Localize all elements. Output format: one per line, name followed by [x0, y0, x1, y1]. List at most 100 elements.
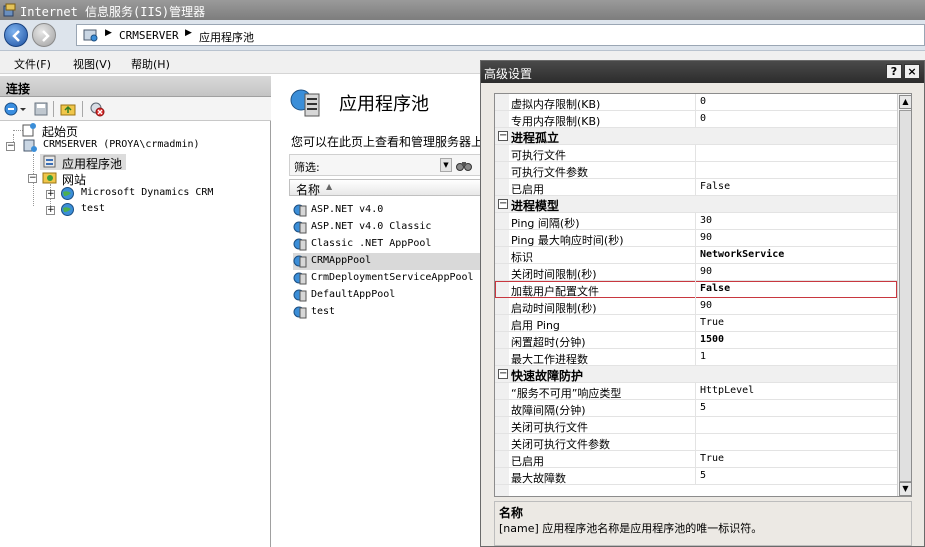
property-category[interactable]: − 进程模型 — [495, 196, 897, 213]
property-row[interactable]: 已启用 True — [495, 451, 897, 468]
property-row[interactable]: 故障间隔(分钟) 5 — [495, 400, 897, 417]
property-row[interactable]: 加载用户配置文件 False — [495, 281, 897, 298]
property-value[interactable]: False — [700, 181, 730, 192]
tree-item-server[interactable]: − CRMSERVER (PROYA\crmadmin) — [6, 138, 246, 154]
property-row[interactable]: 最大工作进程数 1 — [495, 349, 897, 366]
property-value[interactable]: 0 — [700, 96, 706, 107]
menu-view[interactable]: 视图(V) — [73, 56, 111, 72]
property-name: 启用 Ping — [511, 319, 560, 332]
pool-name: ASP.NET v4.0 Classic — [311, 221, 432, 232]
tree-label: CRMSERVER (PROYA\crmadmin) — [43, 139, 200, 150]
property-row[interactable]: Ping 最大响应时间(秒) 90 — [495, 230, 897, 247]
pool-list-item[interactable]: ASP.NET v4.0 — [293, 202, 481, 219]
property-value[interactable]: 90 — [700, 300, 712, 311]
forward-button[interactable] — [32, 23, 56, 47]
property-value[interactable]: 1 — [700, 351, 706, 362]
vertical-scrollbar[interactable]: ▲ ▼ — [897, 94, 911, 496]
property-row[interactable]: 关闭时间限制(秒) 90 — [495, 264, 897, 281]
property-value[interactable]: False — [700, 283, 730, 294]
iis-app-icon — [3, 3, 16, 17]
expand-icon[interactable]: + — [46, 190, 55, 199]
column-divider — [695, 162, 696, 179]
pool-list-item[interactable]: CrmDeploymentServiceAppPool — [293, 270, 481, 287]
expand-icon[interactable]: + — [46, 206, 55, 215]
scroll-thumb[interactable] — [899, 110, 911, 482]
address-bar: ▶ CRMSERVER ▶ 应用程序池 — [0, 20, 925, 51]
connections-header: 连接 — [0, 76, 271, 97]
tree-item-site-test[interactable]: + test — [46, 202, 166, 218]
property-row[interactable]: 专用内存限制(KB) 0 — [495, 111, 897, 128]
property-value[interactable]: NetworkService — [700, 249, 784, 260]
property-value[interactable]: 0 — [700, 113, 706, 124]
property-row[interactable]: 虚拟内存限制(KB) 0 — [495, 94, 897, 111]
property-value[interactable]: True — [700, 317, 724, 328]
property-row[interactable]: 可执行文件参数 — [495, 162, 897, 179]
property-value[interactable]: 90 — [700, 266, 712, 277]
property-category[interactable]: − 快速故障防护 — [495, 366, 897, 383]
app-pool-icon — [293, 272, 307, 285]
chevron-down-icon[interactable] — [19, 101, 27, 117]
property-value[interactable]: 1500 — [700, 334, 724, 345]
category-label: 进程模型 — [511, 199, 560, 213]
property-value[interactable]: True — [700, 453, 724, 464]
tree-item-start-page[interactable]: 起始页 — [22, 122, 142, 139]
property-value[interactable]: 5 — [700, 470, 706, 481]
connections-toolbar — [0, 97, 271, 121]
property-row[interactable]: 关闭可执行文件参数 — [495, 434, 897, 451]
property-row[interactable]: “服务不可用”响应类型 HttpLevel — [495, 383, 897, 400]
connect-icon[interactable] — [3, 101, 19, 117]
chevron-down-icon[interactable]: ▼ — [440, 158, 452, 172]
column-header-name[interactable]: 名称 ▲ — [289, 179, 481, 197]
property-name: 虚拟内存限制(KB) — [511, 98, 601, 111]
tree-item-sites[interactable]: − 网站 — [28, 170, 148, 187]
save-icon[interactable] — [33, 101, 49, 117]
property-value[interactable]: 5 — [700, 402, 706, 413]
tree-item-app-pools[interactable]: 应用程序池 — [40, 154, 126, 171]
property-row[interactable]: 可执行文件 — [495, 145, 897, 162]
binoculars-icon[interactable] — [456, 158, 472, 172]
breadcrumb-app-pools[interactable]: 应用程序池 — [199, 29, 254, 45]
property-row[interactable]: 关闭可执行文件 — [495, 417, 897, 434]
property-row[interactable]: 启用 Ping True — [495, 315, 897, 332]
collapse-icon[interactable]: − — [6, 142, 15, 151]
property-value[interactable]: 30 — [700, 215, 712, 226]
column-divider — [695, 213, 696, 230]
property-row[interactable]: Ping 间隔(秒) 30 — [495, 213, 897, 230]
up-folder-icon[interactable] — [60, 101, 76, 117]
pool-list-item[interactable]: test — [293, 304, 481, 321]
address-input[interactable]: ▶ CRMSERVER ▶ 应用程序池 — [76, 24, 925, 46]
menu-help[interactable]: 帮助(H) — [131, 56, 170, 72]
pool-list-item[interactable]: CRMAppPool — [293, 253, 481, 270]
close-button[interactable]: × — [904, 64, 920, 79]
page-description: 您可以在此页上查看和管理服务器上 — [291, 135, 484, 149]
app-pool-icon — [293, 306, 307, 319]
title-bar: Internet 信息服务(IIS)管理器 — [0, 0, 925, 20]
pool-list-item[interactable]: ASP.NET v4.0 Classic — [293, 219, 481, 236]
collapse-icon[interactable]: − — [498, 369, 508, 379]
property-value[interactable]: HttpLevel — [700, 385, 754, 396]
property-row[interactable]: 闲置超时(分钟) 1500 — [495, 332, 897, 349]
toolbar-separator — [53, 101, 54, 117]
menu-file[interactable]: 文件(F) — [14, 56, 51, 72]
property-row[interactable]: 标识 NetworkService — [495, 247, 897, 264]
back-button[interactable] — [4, 23, 28, 47]
property-row[interactable]: 启动时间限制(秒) 90 — [495, 298, 897, 315]
tree-item-site-crm[interactable]: + Microsoft Dynamics CRM — [46, 186, 266, 202]
collapse-icon[interactable]: − — [28, 174, 37, 183]
pool-list-item[interactable]: Classic .NET AppPool — [293, 236, 481, 253]
pool-name: test — [311, 306, 336, 317]
property-row[interactable]: 最大故障数 5 — [495, 468, 897, 485]
help-button[interactable]: ? — [886, 64, 902, 79]
property-value[interactable]: 90 — [700, 232, 712, 243]
property-category[interactable]: − 进程孤立 — [495, 128, 897, 145]
scroll-up-icon[interactable]: ▲ — [899, 95, 911, 109]
back-arrow-icon — [12, 30, 20, 42]
property-row[interactable]: 已启用 False — [495, 179, 897, 196]
pool-list-item[interactable]: DefaultAppPool — [293, 287, 481, 304]
disconnect-icon[interactable] — [89, 101, 105, 117]
collapse-icon[interactable]: − — [498, 199, 508, 209]
scroll-down-icon[interactable]: ▼ — [899, 482, 911, 496]
breadcrumb-server[interactable]: CRMSERVER — [119, 29, 179, 42]
collapse-icon[interactable]: − — [498, 131, 508, 141]
column-divider — [695, 281, 696, 298]
